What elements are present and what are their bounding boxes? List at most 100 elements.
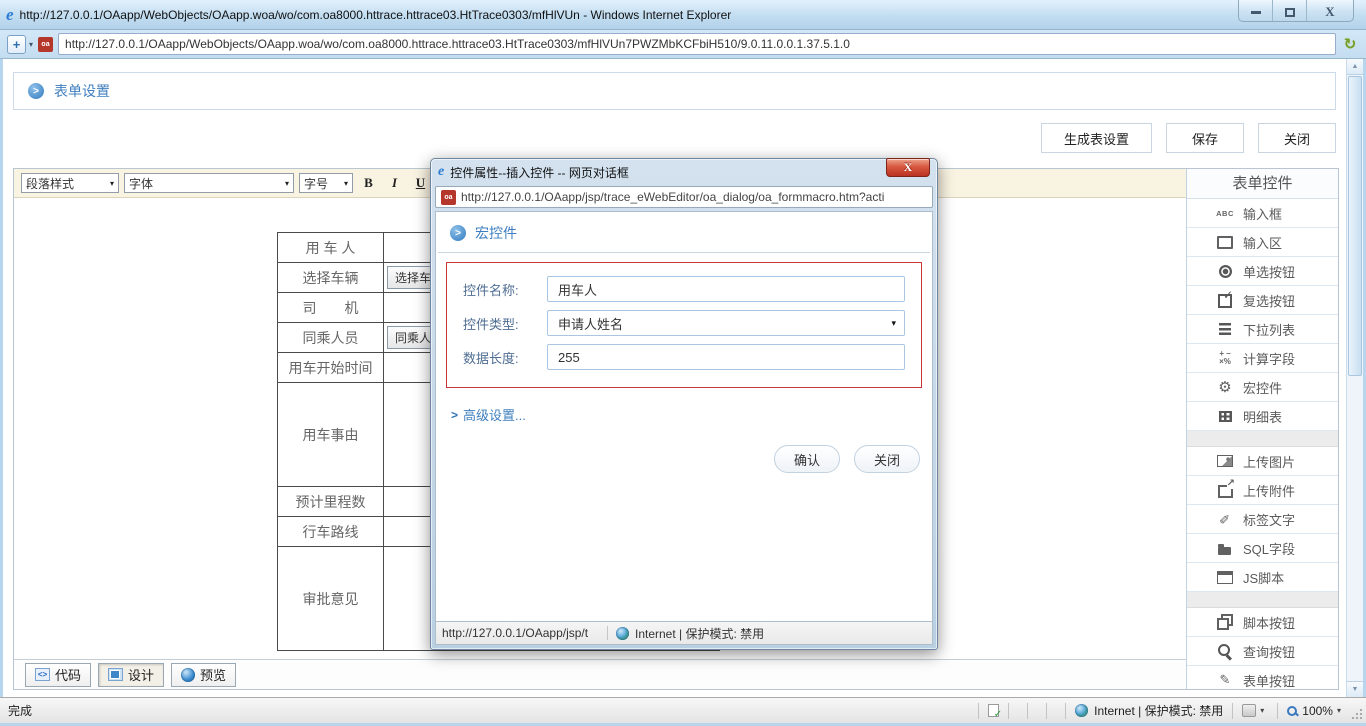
dialog-titlebar: e 控件属性--插入控件 -- 网页对话框 X: [435, 158, 933, 185]
minimize-icon: [1250, 10, 1261, 14]
sidebar-item-dropdown-list[interactable]: 下拉列表: [1187, 315, 1338, 344]
dialog-close-button[interactable]: X: [886, 158, 930, 177]
sidebar-item-query-button[interactable]: 查询按钮: [1187, 637, 1338, 666]
dialog-url-field: oa http://127.0.0.1/OAapp/jsp/trace_eWeb…: [435, 186, 933, 208]
tab-preview-label: 预览: [200, 668, 227, 683]
table-row-label[interactable]: 司 机: [277, 292, 384, 323]
tab-design[interactable]: 设计: [98, 662, 165, 687]
table-row-label[interactable]: 选择车辆: [277, 262, 384, 293]
sidebar-separator: [1187, 431, 1338, 447]
dialog-status-zone: Internet | 保护模式: 禁用: [635, 626, 765, 641]
refresh-icon[interactable]: ↻: [1341, 35, 1359, 53]
vertical-scrollbar[interactable]: ▲ ▼: [1346, 59, 1363, 697]
sidebar-item-label: 查询按钮: [1243, 644, 1296, 660]
close-button[interactable]: X: [1307, 0, 1353, 21]
sidebar-item-label-text[interactable]: 标签文字: [1187, 505, 1338, 534]
data-length-input[interactable]: [547, 344, 905, 370]
sidebar-item-label: 标签文字: [1243, 512, 1296, 528]
chevron-down-icon[interactable]: ▾: [1337, 706, 1341, 715]
sidebar-item-upload-attachment[interactable]: 上传附件: [1187, 476, 1338, 505]
tab-code[interactable]: 代码: [25, 662, 92, 687]
sidebar-item-sql-field[interactable]: SQL字段: [1187, 534, 1338, 563]
minimize-button[interactable]: [1239, 0, 1273, 21]
sidebar-item-macro-control[interactable]: 宏控件: [1187, 373, 1338, 402]
site-icon: oa: [38, 36, 54, 52]
table-row-label[interactable]: 用 车 人: [277, 232, 384, 263]
abc-icon: [1216, 205, 1234, 221]
address-bar: + ▾ oa ↻: [0, 30, 1366, 59]
favorites-add-icon[interactable]: +: [7, 34, 26, 54]
scrollbar-thumb[interactable]: [1348, 76, 1362, 376]
control-name-label: 控件名称:: [463, 282, 519, 298]
zoom-icon[interactable]: [1287, 705, 1298, 716]
dialog-address-bar: oa http://127.0.0.1/OAapp/jsp/trace_eWeb…: [435, 185, 933, 211]
underline-button[interactable]: U: [410, 173, 431, 193]
table-row-label[interactable]: 行车路线: [277, 516, 384, 547]
sidebar-item-checkbox[interactable]: 复选按钮: [1187, 286, 1338, 315]
tab-code-label: 代码: [55, 668, 82, 683]
zone-text: Internet | 保护模式: 禁用: [1094, 704, 1224, 718]
security-report-icon[interactable]: [1242, 704, 1257, 717]
tab-design-label: 设计: [128, 668, 155, 683]
dialog-title: 控件属性--插入控件 -- 网页对话框: [450, 165, 629, 180]
sidebar-item-textarea[interactable]: 输入区: [1187, 228, 1338, 257]
table-row-label[interactable]: 预计里程数: [277, 486, 384, 517]
maximize-button[interactable]: [1273, 0, 1307, 21]
sidebar-item-label: 下拉列表: [1243, 322, 1296, 338]
sidebar-item-js-script[interactable]: JS脚本: [1187, 563, 1338, 592]
chevron-down-icon: ▾: [284, 178, 289, 188]
save-button[interactable]: 保存: [1166, 123, 1244, 153]
pencil-icon: [1216, 672, 1234, 688]
confirm-button[interactable]: 确认: [774, 445, 840, 473]
dialog-close-action-button[interactable]: 关闭: [854, 445, 920, 473]
control-properties-dialog: e 控件属性--插入控件 -- 网页对话框 X oa http://127.0.…: [430, 158, 938, 650]
window-controls: X: [1238, 0, 1354, 22]
table-row-label[interactable]: 同乘人员: [277, 322, 384, 353]
window-titlebar: e http://127.0.0.1/OAapp/WebObjects/OAap…: [0, 0, 1366, 30]
sidebar-item-radio[interactable]: 单选按钮: [1187, 257, 1338, 286]
scroll-down-icon[interactable]: ▼: [1347, 681, 1363, 697]
sidebar-separator: [1187, 592, 1338, 608]
dialog-status-url: http://127.0.0.1/OAapp/jsp/t: [436, 626, 608, 640]
sidebar-item-script-button[interactable]: 脚本按钮: [1187, 608, 1338, 637]
scroll-up-icon[interactable]: ▲: [1347, 59, 1363, 75]
favorites-dropdown-icon[interactable]: ▾: [29, 40, 33, 49]
close-page-button[interactable]: 关闭: [1258, 123, 1336, 153]
font-size-label: 字号: [304, 176, 329, 191]
grid-icon: [1216, 408, 1234, 424]
table-row-label[interactable]: 用车开始时间: [277, 352, 384, 383]
sidebar-item-calc-field[interactable]: 计算字段: [1187, 344, 1338, 373]
data-length-label: 数据长度:: [463, 350, 519, 366]
search-icon: [1216, 643, 1234, 659]
close-icon: X: [1325, 4, 1335, 19]
window-title: http://127.0.0.1/OAapp/WebObjects/OAapp.…: [19, 7, 732, 22]
highlighted-fieldset: 控件名称: 控件类型: 申请人姓名 ▾ 数据长度:: [446, 262, 922, 388]
sidebar-item-label: JS脚本: [1243, 570, 1285, 586]
sidebar-item-label: 单选按钮: [1243, 264, 1296, 280]
generate-table-button[interactable]: 生成表设置: [1040, 123, 1152, 153]
font-size-dropdown[interactable]: 字号 ▾: [299, 173, 353, 193]
bold-button[interactable]: B: [358, 173, 379, 193]
font-dropdown[interactable]: 字体 ▾: [124, 173, 294, 193]
sidebar-item-form-button[interactable]: 表单按钮: [1187, 666, 1338, 689]
resize-grip[interactable]: [1351, 708, 1363, 720]
sidebar-item-label: 上传图片: [1243, 454, 1296, 470]
table-row-label[interactable]: 审批意见: [277, 546, 384, 651]
chevron-down-icon[interactable]: ▾: [1260, 706, 1264, 715]
page-actions: 生成表设置 保存 关闭: [1040, 123, 1336, 153]
page-header: 表单设置: [13, 72, 1336, 110]
zoom-level[interactable]: 100%: [1302, 704, 1333, 718]
control-name-input[interactable]: [547, 276, 905, 302]
table-row-label[interactable]: 用车事由: [277, 382, 384, 487]
url-input[interactable]: [58, 33, 1336, 55]
sidebar-item-label: 输入区: [1243, 235, 1283, 251]
control-type-select[interactable]: 申请人姓名 ▾: [547, 310, 905, 336]
paragraph-style-dropdown[interactable]: 段落样式 ▾: [21, 173, 119, 193]
sidebar-item-detail-table[interactable]: 明细表: [1187, 402, 1338, 431]
dialog-section-title: 宏控件: [475, 225, 517, 241]
sidebar-item-input-box[interactable]: 输入框: [1187, 199, 1338, 228]
italic-button[interactable]: I: [384, 173, 405, 193]
advanced-settings-link[interactable]: > 高级设置...: [451, 405, 932, 424]
tab-preview[interactable]: 预览: [171, 662, 237, 687]
sidebar-item-upload-image[interactable]: 上传图片: [1187, 447, 1338, 476]
